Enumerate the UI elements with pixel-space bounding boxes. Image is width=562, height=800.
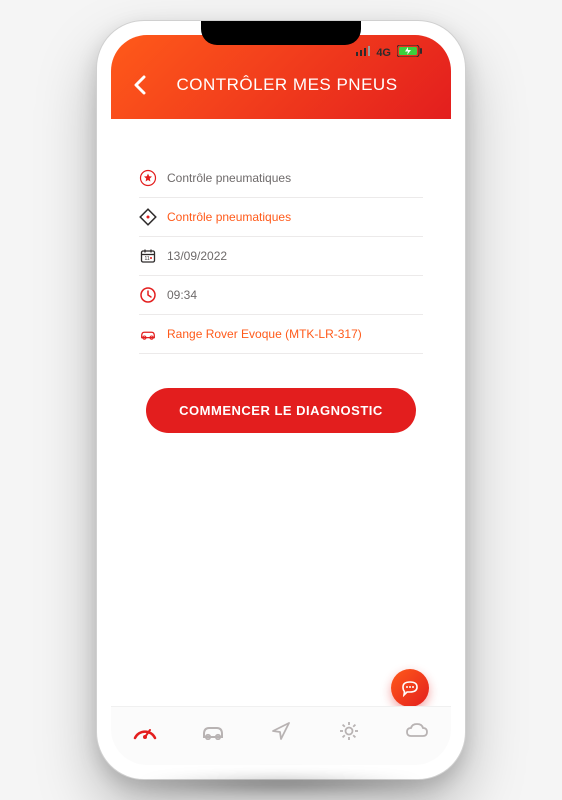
network-label: 4G [376,47,391,59]
battery-icon [397,45,423,60]
svg-text:11: 11 [145,256,150,262]
row-time: 09:34 [139,276,423,315]
car-nav-icon [199,722,227,740]
nav-cloud[interactable] [403,717,431,745]
chat-icon [399,677,421,699]
vehicle-text: Range Rover Evoque (MTK-LR-317) [167,327,362,341]
diamond-icon [139,208,157,226]
row-control-type[interactable]: Contrôle pneumatiques [139,198,423,237]
nav-locate[interactable] [267,717,295,745]
gear-icon [338,720,360,742]
time-text: 09:34 [167,288,197,302]
app-header: 4G CONTRÔLER MES PNEUS [111,35,451,119]
back-button[interactable] [131,76,149,94]
signal-icon [356,46,370,59]
cta-label: COMMENCER LE DIAGNOSTIC [179,403,383,418]
chat-fab[interactable] [391,669,429,707]
row-control-title: Contrôle pneumatiques [139,159,423,198]
car-icon [139,325,157,343]
control-title-text: Contrôle pneumatiques [167,171,291,185]
row-vehicle[interactable]: Range Rover Evoque (MTK-LR-317) [139,315,423,354]
star-circle-icon [139,169,157,187]
start-diagnostic-button[interactable]: COMMENCER LE DIAGNOSTIC [146,388,416,433]
calendar-icon: 11 [139,247,157,265]
nav-vehicle[interactable] [199,717,227,745]
page-title: CONTRÔLER MES PNEUS [161,75,413,95]
bottom-nav [111,706,451,765]
status-bar: 4G [111,45,451,60]
nav-settings[interactable] [335,717,363,745]
nav-dashboard[interactable] [131,717,159,745]
content-area: Contrôle pneumatiques Contrôle pneumatiq… [111,119,451,706]
gauge-icon [132,720,158,742]
clock-icon [139,286,157,304]
navigate-icon [270,720,292,742]
cloud-icon [404,721,430,741]
control-type-text: Contrôle pneumatiques [167,210,291,224]
date-text: 13/09/2022 [167,249,227,263]
row-date: 11 13/09/2022 [139,237,423,276]
